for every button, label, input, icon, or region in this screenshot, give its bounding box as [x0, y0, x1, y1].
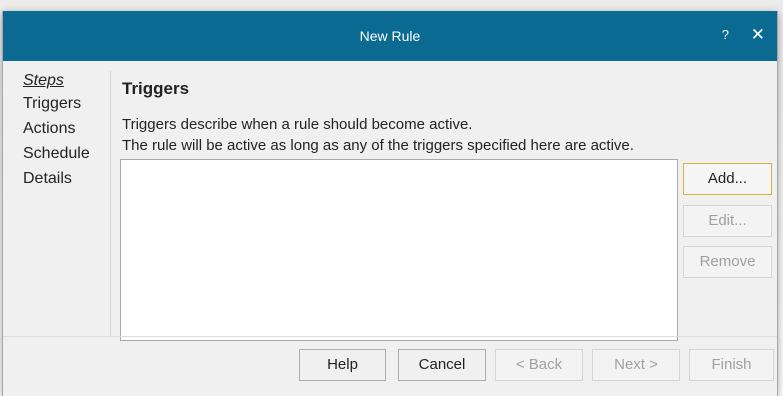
- back-button[interactable]: < Back: [495, 349, 583, 381]
- steps-nav: Steps Triggers Actions Schedule Details: [23, 72, 113, 191]
- new-rule-dialog: New Rule ? ✕ Steps Triggers Actions Sche…: [2, 11, 778, 396]
- description-line-1: Triggers describe when a rule should bec…: [122, 116, 473, 133]
- footer-separator: [3, 336, 777, 337]
- close-icon[interactable]: ✕: [751, 11, 765, 61]
- step-item-triggers[interactable]: Triggers: [23, 91, 113, 116]
- step-item-actions[interactable]: Actions: [23, 116, 113, 141]
- description-line-2: The rule will be active as long as any o…: [122, 137, 634, 154]
- add-button[interactable]: Add...: [683, 163, 772, 195]
- title-bar[interactable]: New Rule ? ✕: [3, 11, 777, 61]
- edit-button[interactable]: Edit...: [683, 205, 772, 237]
- steps-heading: Steps: [23, 72, 64, 89]
- cancel-button[interactable]: Cancel: [398, 349, 486, 381]
- help-button[interactable]: Help: [299, 349, 386, 381]
- window-title: New Rule: [359, 28, 421, 44]
- step-item-schedule[interactable]: Schedule: [23, 141, 113, 166]
- help-icon[interactable]: ?: [722, 11, 729, 61]
- triggers-list[interactable]: [120, 159, 678, 341]
- page-description: Triggers describe when a rule should bec…: [122, 114, 634, 156]
- finish-button[interactable]: Finish: [689, 349, 774, 381]
- remove-button[interactable]: Remove: [683, 246, 772, 278]
- next-button[interactable]: Next >: [592, 349, 680, 381]
- steps-divider: [110, 71, 111, 337]
- step-item-details[interactable]: Details: [23, 166, 113, 191]
- page-title: Triggers: [122, 79, 190, 98]
